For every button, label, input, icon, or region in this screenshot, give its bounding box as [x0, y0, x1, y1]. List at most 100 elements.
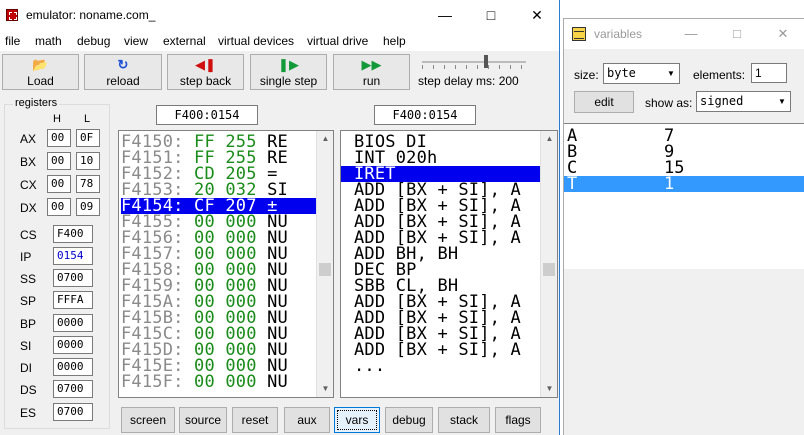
menu-virtual-devices[interactable]: virtual devices [218, 34, 294, 48]
scroll-down-icon[interactable]: ▼ [541, 381, 557, 397]
vars-button[interactable]: vars [334, 407, 380, 433]
reg-cx-label: CX [20, 178, 37, 192]
disassembly-row[interactable]: DEC BP [341, 262, 541, 279]
disassembly-row[interactable]: ADD BH, BH [341, 246, 541, 263]
scroll-down-icon[interactable]: ▼ [317, 381, 333, 397]
reload-button[interactable]: ↻ reload [84, 54, 162, 90]
memory-row[interactable]: F4158: 00 000 NU [121, 262, 317, 279]
menu-math[interactable]: math [35, 34, 62, 48]
disassembly-row[interactable]: ADD [BX + SI], A [341, 342, 541, 359]
elements-input[interactable]: 1 [751, 63, 787, 83]
disassembly-row[interactable]: BIOS DI [341, 134, 541, 151]
reg-cs-field[interactable]: F400 [53, 225, 93, 243]
disasm-scrollbar[interactable]: ▲ ▼ [540, 131, 557, 397]
memory-row[interactable]: F415F: 00 000 NU [121, 374, 317, 391]
reg-sp-field[interactable]: FFFA [53, 291, 93, 309]
reg-cl-field[interactable]: 78 [76, 175, 100, 193]
reg-bl-field[interactable]: 10 [76, 152, 100, 170]
disassembly-row[interactable]: IRET [341, 166, 541, 183]
flags-button[interactable]: flags [495, 407, 541, 433]
reg-dh-field[interactable]: 00 [47, 198, 71, 216]
reg-bh-field[interactable]: 00 [47, 152, 71, 170]
memory-row[interactable]: F415C: 00 000 NU [121, 326, 317, 343]
memory-scrollbar[interactable]: ▲ ▼ [316, 131, 333, 397]
variable-row[interactable]: A7 [564, 128, 804, 145]
memory-list[interactable]: F415F: 00 000 NU F415E: 00 000 NU F415D: 0… [118, 130, 334, 398]
disassembly-row[interactable]: ADD [BX + SI], A [341, 310, 541, 327]
single-step-button[interactable]: ❚▶ single step [250, 54, 327, 90]
reg-ip-field[interactable]: 0154 [53, 247, 93, 265]
disassembly-row[interactable]: ADD [BX + SI], A [341, 326, 541, 343]
memory-row[interactable]: F4152: CD 205 = [121, 166, 317, 183]
disassembly-row[interactable]: ADD [BX + SI], A [341, 214, 541, 231]
disassembly-row[interactable]: SBB CL, BH [341, 278, 541, 295]
memory-row[interactable]: F415E: 00 000 NU [121, 358, 317, 375]
variable-row[interactable]: B9 [564, 144, 804, 161]
menu-help[interactable]: help [383, 34, 406, 48]
aux-button[interactable]: aux [284, 407, 330, 433]
size-select[interactable]: byte ▼ [603, 63, 680, 84]
menu-file[interactable]: file [5, 34, 20, 48]
disassembly-list[interactable]: ... ADD [BX + SI], A ADD [BX + SI], A ADD [… [340, 130, 558, 398]
maximize-icon[interactable]: □ [714, 19, 760, 49]
debug-button[interactable]: debug [385, 407, 433, 433]
variables-list[interactable]: A 7 B 9 C 15 T 1 [564, 123, 804, 269]
memory-row[interactable]: F415A: 00 000 NU [121, 294, 317, 311]
memory-row[interactable]: F4155: 00 000 NU [121, 214, 317, 231]
disassembly-row[interactable]: ADD [BX + SI], A [341, 198, 541, 215]
menu-external[interactable]: external [163, 34, 206, 48]
variables-title: variables [594, 27, 643, 41]
memory-row[interactable]: F4156: 00 000 NU [121, 230, 317, 247]
reg-bp-field[interactable]: 0000 [53, 314, 93, 332]
memory-row[interactable]: F4153: 20 032 SI [121, 182, 317, 199]
disassembly-row[interactable]: ADD [BX + SI], A [341, 230, 541, 247]
slider-thumb[interactable] [484, 55, 488, 68]
step-delay-slider[interactable]: step delay ms: 200 [418, 54, 530, 90]
reg-ch-field[interactable]: 00 [47, 175, 71, 193]
variable-row[interactable]: T1 [564, 176, 804, 193]
minimize-icon[interactable]: — [668, 19, 714, 49]
stack-button[interactable]: stack [438, 407, 490, 433]
step-back-button[interactable]: ◀❚ step back [167, 54, 244, 90]
close-icon[interactable]: ✕ [514, 0, 560, 31]
scroll-up-icon[interactable]: ▲ [317, 131, 333, 147]
reg-al-field[interactable]: 0F [76, 129, 100, 147]
minimize-icon[interactable]: — [422, 0, 468, 31]
reg-ah-field[interactable]: 00 [47, 129, 71, 147]
memory-row[interactable]: F4154: CF 207 ± [121, 198, 317, 215]
load-button[interactable]: 📂 Load [2, 54, 79, 90]
memory-row[interactable]: F4151: FF 255 RE [121, 150, 317, 167]
memory-row[interactable]: F4150: FF 255 RE [121, 134, 317, 151]
reg-ds-field[interactable]: 0700 [53, 380, 93, 398]
scroll-thumb[interactable] [319, 263, 331, 276]
close-icon[interactable]: ✕ [760, 19, 804, 49]
screen-button[interactable]: screen [121, 407, 175, 433]
edit-button[interactable]: edit [574, 91, 634, 113]
disassembly-row[interactable]: ADD [BX + SI], A [341, 182, 541, 199]
menu-virtual-drive[interactable]: virtual drive [307, 34, 368, 48]
disassembly-row[interactable]: ... [341, 358, 541, 375]
reg-di-field[interactable]: 0000 [53, 358, 93, 376]
run-button[interactable]: ▶▶ run [333, 54, 410, 90]
disasm-address-input[interactable]: F400:0154 [374, 105, 476, 125]
memory-row[interactable]: F4157: 00 000 NU [121, 246, 317, 263]
reg-dl-field[interactable]: 09 [76, 198, 100, 216]
reg-si-field[interactable]: 0000 [53, 336, 93, 354]
reset-button[interactable]: reset [232, 407, 278, 433]
variable-row[interactable]: C 15 [564, 160, 804, 177]
app-icon [6, 9, 18, 21]
scroll-thumb[interactable] [543, 263, 555, 276]
scroll-up-icon[interactable]: ▲ [541, 131, 557, 147]
disassembly-row[interactable]: INT 020h [341, 150, 541, 167]
menu-view[interactable]: view [124, 34, 148, 48]
memory-address-input[interactable]: F400:0154 [156, 105, 258, 125]
disassembly-row[interactable]: ADD [BX + SI], A [341, 294, 541, 311]
memory-row[interactable]: F4159: 00 000 NU [121, 278, 317, 295]
source-button[interactable]: source [179, 407, 227, 433]
memory-row[interactable]: F415B: 00 000 NU [121, 310, 317, 327]
show-as-select[interactable]: signed ▼ [696, 91, 791, 112]
maximize-icon[interactable]: □ [468, 0, 514, 31]
menu-debug[interactable]: debug [77, 34, 110, 48]
memory-row[interactable]: F415D: 00 000 NU [121, 342, 317, 359]
reg-ss-field[interactable]: 0700 [53, 269, 93, 287]
